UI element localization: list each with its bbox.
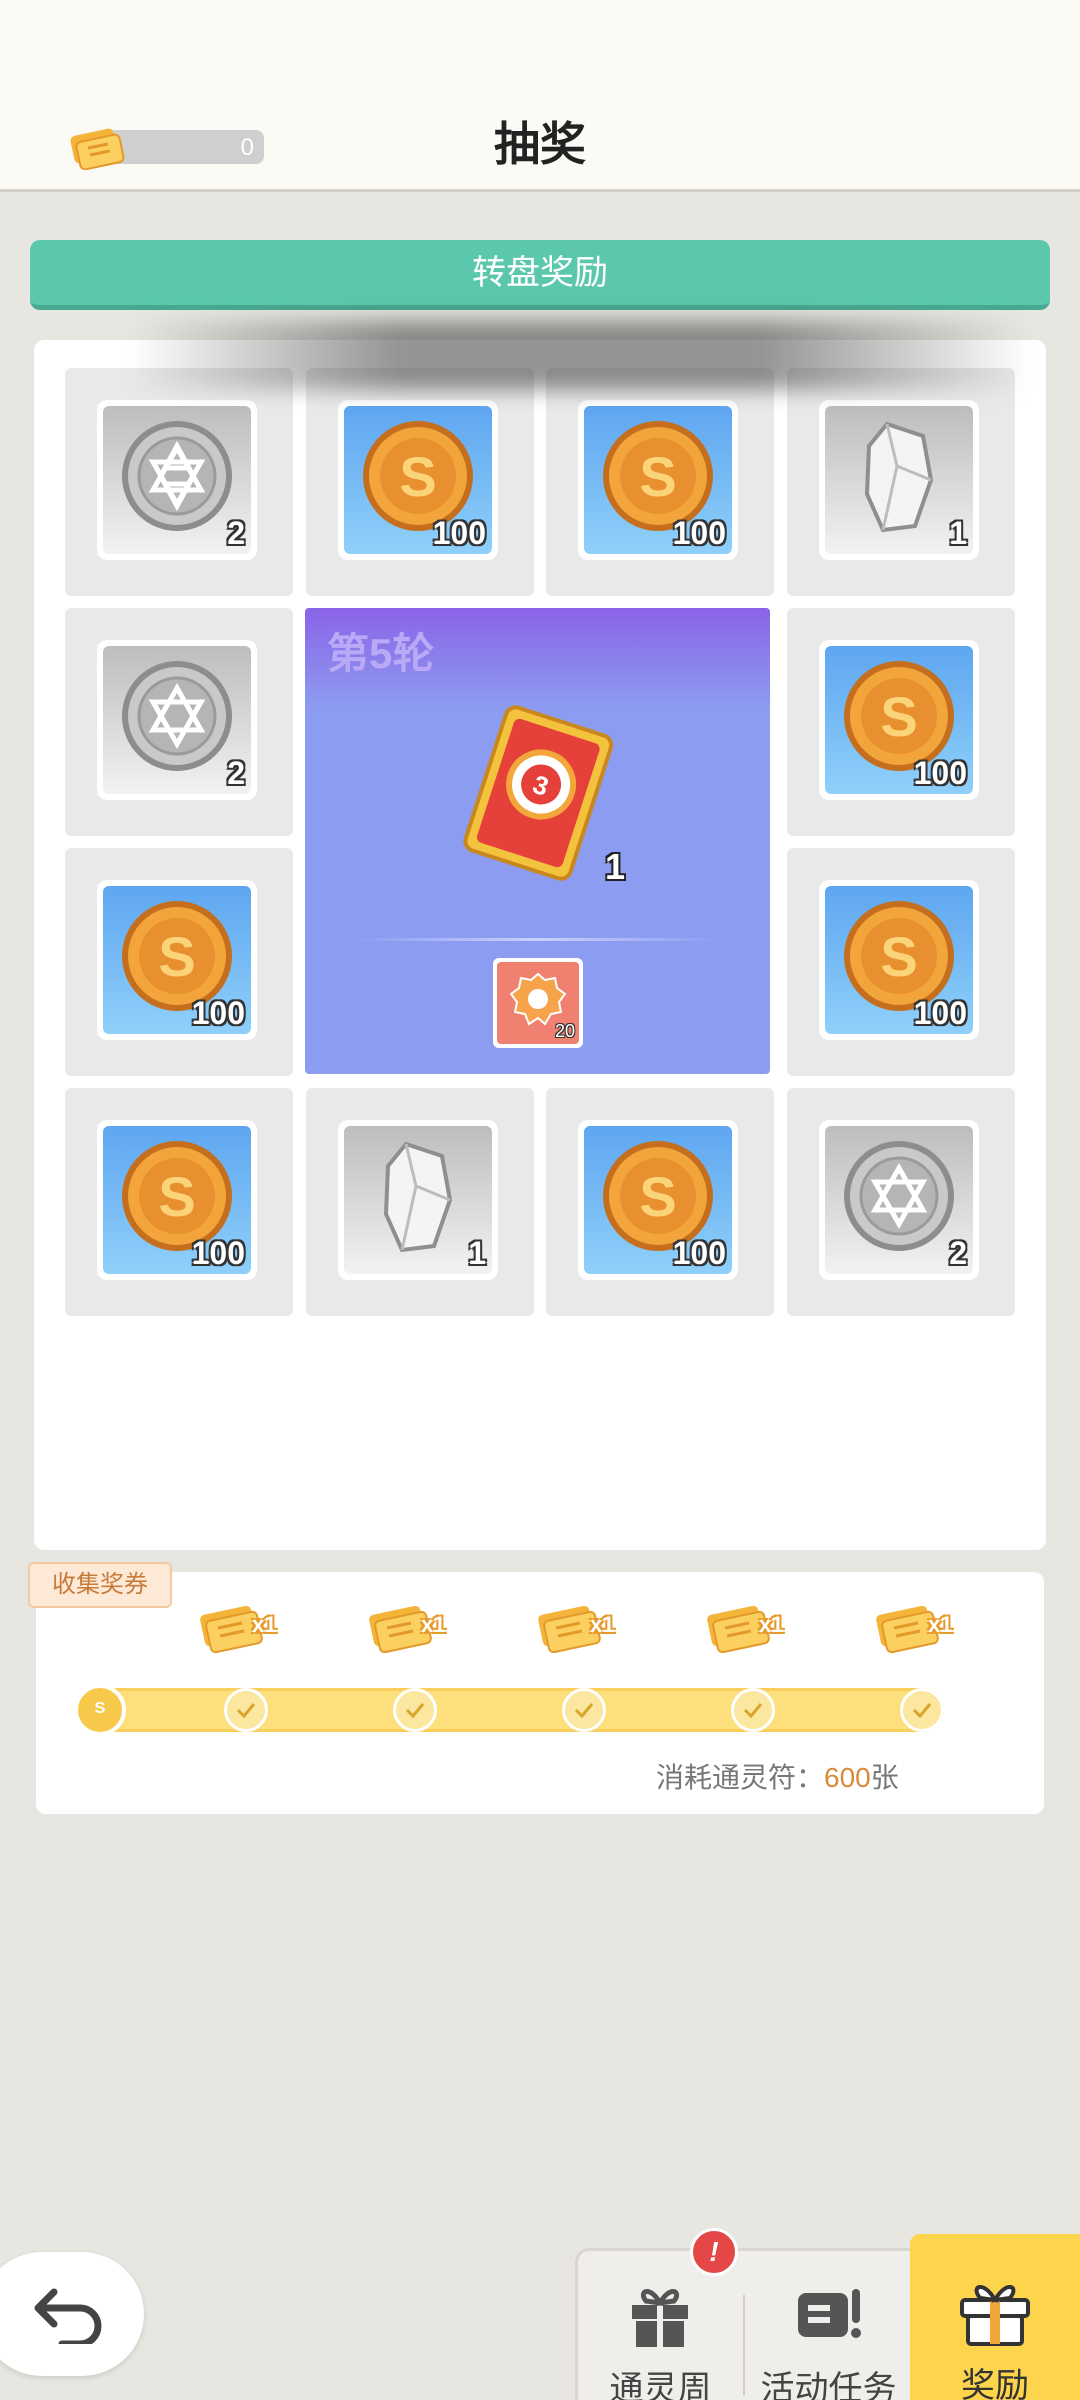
prize-qty: 100 xyxy=(191,995,245,1031)
silver-star-coin-icon xyxy=(122,421,232,531)
prize-item: S 100 xyxy=(97,880,257,1040)
task-icon xyxy=(798,2289,861,2338)
reward-ticket[interactable]: x1 xyxy=(872,1598,968,1658)
back-button[interactable] xyxy=(0,2252,144,2376)
crystal-icon xyxy=(383,1141,453,1253)
prize-item: 2 xyxy=(97,400,257,560)
svg-text:S: S xyxy=(158,1165,195,1228)
check-icon xyxy=(574,1703,594,1719)
prize-item: 1 xyxy=(819,400,979,560)
consume-prefix: 消耗通灵符： xyxy=(656,1762,825,1793)
prize-qty: 2 xyxy=(227,515,245,551)
prize-qty: 100 xyxy=(432,515,486,551)
check-node xyxy=(562,1688,606,1732)
crystal-icon xyxy=(864,421,934,533)
ticket-multiplier: x1 xyxy=(590,1612,615,1637)
prize-item: S 100 xyxy=(578,1120,738,1280)
nav-label: 通灵周 xyxy=(609,2370,712,2400)
prize-item: 2 xyxy=(819,1120,979,1280)
silver-star-coin-icon xyxy=(844,1141,954,1251)
prize-cell: S 100 xyxy=(306,368,534,596)
svg-text:S: S xyxy=(880,925,917,988)
silver-star-coin-icon xyxy=(122,661,232,771)
reward-ticket[interactable]: x1 xyxy=(365,1598,461,1658)
check-node xyxy=(900,1688,944,1732)
page-title: 抽奖 xyxy=(494,118,586,170)
prize-qty: 100 xyxy=(672,1235,726,1271)
check-icon xyxy=(743,1703,763,1719)
ticket-multiplier: x1 xyxy=(759,1612,784,1637)
ticket-multiplier: x1 xyxy=(252,1612,277,1637)
card-reward-icon: 3 xyxy=(463,705,614,881)
collect-progress-bar xyxy=(76,1688,944,1732)
progress-start-node: S xyxy=(74,1684,126,1736)
main-reward-qty: 1 xyxy=(605,846,626,887)
back-arrow-icon xyxy=(34,2288,102,2344)
gift-icon xyxy=(632,2289,688,2347)
prize-cell: S 100 xyxy=(787,848,1015,1076)
gift-icon xyxy=(960,2285,1030,2346)
nav-label: 奖励 xyxy=(961,2367,1029,2400)
prize-cell: S 100 xyxy=(65,1088,293,1316)
reward-ticket[interactable]: x1 xyxy=(196,1598,292,1658)
header: 0 抽奖 xyxy=(0,0,1080,192)
consume-suffix: 张 xyxy=(870,1762,899,1793)
round-card: 第5轮 3 1 20 xyxy=(305,608,770,1074)
prize-qty: 100 xyxy=(672,515,726,551)
prize-qty: 2 xyxy=(227,755,245,791)
prize-item: S 100 xyxy=(819,640,979,800)
prize-item: S 100 xyxy=(338,400,498,560)
divider xyxy=(355,938,720,941)
alert-badge: ! xyxy=(690,2228,738,2276)
prize-qty: 1 xyxy=(949,515,967,551)
prize-cell: S 100 xyxy=(65,848,293,1076)
prize-qty: 1 xyxy=(468,1235,486,1271)
prize-item: S 100 xyxy=(578,400,738,560)
ticket-multiplier: x1 xyxy=(928,1612,953,1637)
check-node xyxy=(224,1688,268,1732)
prize-item: 1 xyxy=(338,1120,498,1280)
collect-tag: 收集奖券 xyxy=(28,1562,172,1608)
check-icon xyxy=(236,1703,256,1719)
prize-cell: 2 xyxy=(65,608,293,836)
reward-ticket[interactable]: x1 xyxy=(703,1598,799,1658)
prize-qty: 100 xyxy=(913,755,967,791)
svg-text:S: S xyxy=(158,925,195,988)
consume-text: 消耗通灵符：600张 xyxy=(656,1756,899,1796)
nav-divider xyxy=(743,2295,745,2395)
check-node xyxy=(393,1688,437,1732)
check-icon xyxy=(405,1703,425,1719)
check-icon xyxy=(912,1703,932,1719)
sub-reward-qty: 20 xyxy=(554,1021,575,1041)
spin-highlight xyxy=(130,320,1030,390)
wheel-reward-banner: 转盘奖励 xyxy=(30,240,1050,310)
prize-cell: S 100 xyxy=(546,368,774,596)
prize-cell: S 100 xyxy=(787,608,1015,836)
prize-cell: 2 xyxy=(65,368,293,596)
ticket-multiplier: x1 xyxy=(421,1612,446,1637)
svg-text:S: S xyxy=(399,445,436,508)
prize-qty: 2 xyxy=(949,1235,967,1271)
prize-cell: 1 xyxy=(306,1088,534,1316)
prize-item: S 100 xyxy=(97,1120,257,1280)
prize-cell: S 100 xyxy=(546,1088,774,1316)
prize-cell: 1 xyxy=(787,368,1015,596)
round-label: 第5轮 xyxy=(327,630,435,677)
svg-text:S: S xyxy=(639,445,676,508)
prize-qty: 100 xyxy=(913,995,967,1031)
check-node xyxy=(731,1688,775,1732)
nav-item-tasks[interactable]: 活动任务 xyxy=(746,2251,911,2400)
sub-reward: 20 xyxy=(493,958,583,1048)
svg-text:S: S xyxy=(880,685,917,748)
reward-ticket[interactable]: x1 xyxy=(534,1598,630,1658)
badge-icon xyxy=(509,972,567,1026)
prize-item: S 100 xyxy=(819,880,979,1040)
svg-text:S: S xyxy=(639,1165,676,1228)
prize-cell: 2 xyxy=(787,1088,1015,1316)
nav-label: 活动任务 xyxy=(760,2370,897,2400)
prize-item: 2 xyxy=(97,640,257,800)
prize-qty: 100 xyxy=(191,1235,245,1271)
nav-item-rewards[interactable]: 奖励 xyxy=(910,2234,1080,2400)
consume-amount: 600 xyxy=(824,1762,871,1793)
